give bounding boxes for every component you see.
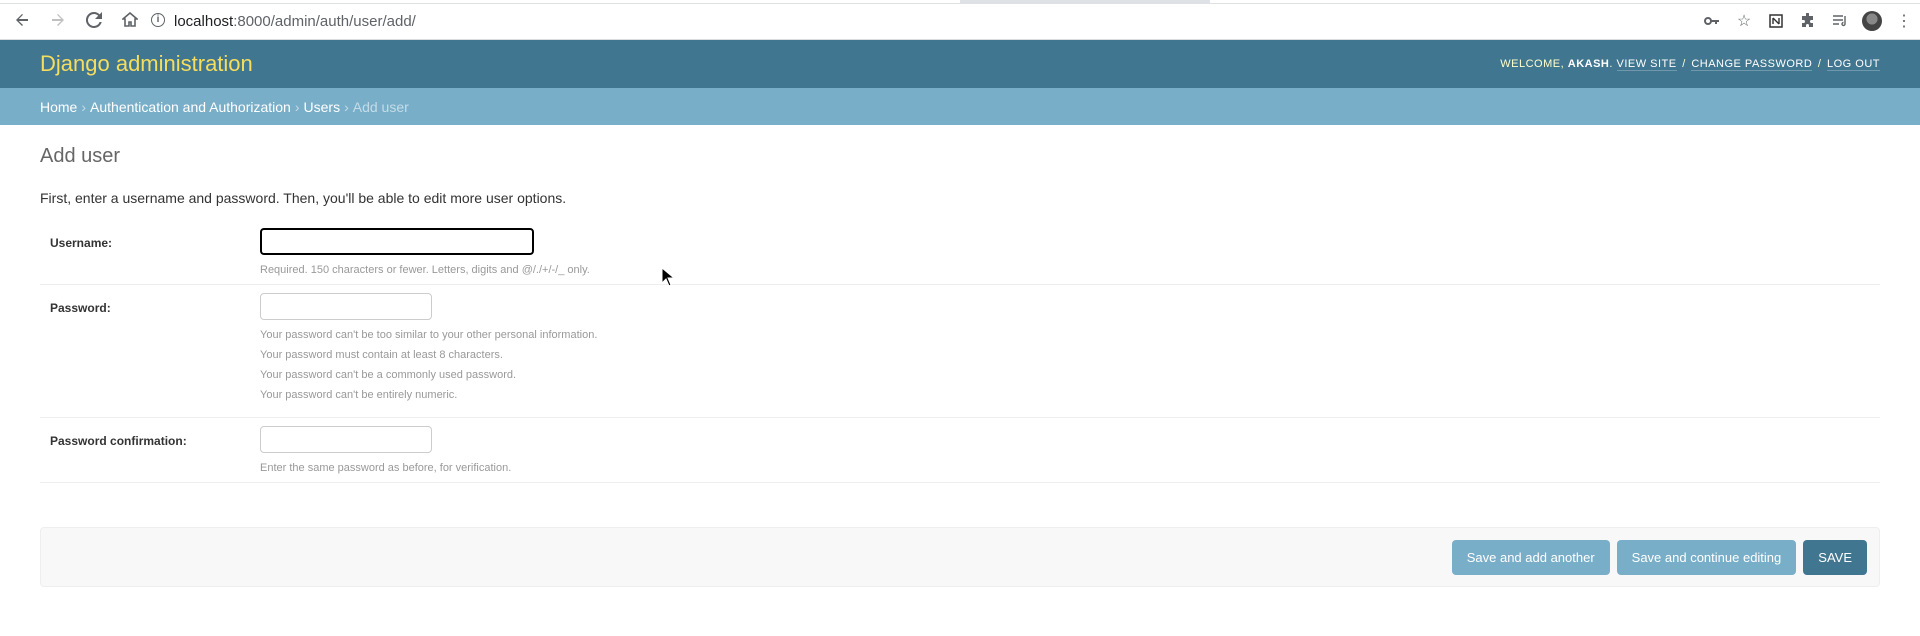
password-confirmation-row: Password confirmation: Enter the same pa… [40,418,1880,483]
breadcrumb-separator: › [344,98,349,115]
menu-kebab-icon[interactable]: ⋮ [1888,8,1920,34]
breadcrumb: Home › Authentication and Authorization … [0,88,1920,125]
home-icon[interactable] [116,6,144,34]
password-row: Password: Your password can't be too sim… [40,285,1880,418]
log-out-link[interactable]: Log out [1826,58,1880,71]
password-confirmation-field-wrap: Enter the same password as before, for v… [260,426,1870,474]
url-host: localhost [174,12,234,30]
password-input[interactable] [260,293,432,320]
password-confirmation-input[interactable] [260,426,432,453]
key-icon[interactable] [1696,8,1728,34]
info-icon[interactable]: i [151,13,165,27]
page-title: Add user [40,145,121,167]
password-help-item: Your password can't be entirely numeric. [260,389,458,401]
separator: / [1817,58,1822,70]
password-confirmation-help: Enter the same password as before, for v… [260,462,512,474]
username-row: Username: Required. 150 characters or fe… [40,220,1880,285]
username-input[interactable] [260,228,534,255]
star-icon[interactable]: ☆ [1728,8,1760,34]
breadcrumb-separator: › [81,98,87,115]
form-intro: First, enter a username and password. Th… [40,190,567,206]
password-label: Password: [50,301,111,315]
main-content: Add user First, enter a username and pas… [40,125,1880,587]
tab-active-edge [0,0,960,3]
save-and-continue-button[interactable]: Save and continue editing [1616,539,1797,575]
breadcrumb-app[interactable]: Authentication and Authorization [90,99,291,115]
change-password-link[interactable]: Change password [1691,58,1813,71]
browser-toolbar: i localhost:8000/admin/auth/user/add/ ☆ … [0,0,1920,40]
submit-row: Save and add another Save and continue e… [40,527,1880,587]
tab-edge [1210,0,1920,3]
mouse-cursor-icon [661,267,675,287]
breadcrumb-model[interactable]: Users [304,99,341,115]
address-bar[interactable]: i localhost:8000/admin/auth/user/add/ [141,8,1771,34]
profile-avatar[interactable] [1856,8,1888,34]
password-help-list: Your password can't be too similar to yo… [260,329,1870,401]
user-tools: Welcome, Akash. View site / Change passw… [1500,58,1880,71]
current-username: Akash [1567,58,1610,70]
password-help-item: Your password can't be too similar to yo… [260,329,598,341]
password-help-item: Your password must contain at least 8 ch… [260,349,503,361]
browser-actions: ☆ ⋮ [1696,8,1920,34]
site-branding[interactable]: Django administration [40,51,253,77]
password-confirmation-label: Password confirmation: [50,434,187,448]
separator: / [1682,58,1686,70]
password-help-item: Your password can't be a commonly used p… [260,369,517,381]
reading-list-icon[interactable] [1824,8,1856,34]
welcome-text: Welcome, [1500,58,1565,70]
extensions-puzzle-icon[interactable] [1792,8,1824,34]
username-field-wrap: Required. 150 characters or fewer. Lette… [260,228,1870,276]
reload-icon[interactable] [80,6,108,34]
url-text: localhost:8000/admin/auth/user/add/ [174,13,416,30]
avatar [1862,11,1882,31]
notion-extension-icon[interactable] [1760,8,1792,34]
url-path: :8000/admin/auth/user/add/ [233,12,416,30]
save-button[interactable]: Save [1803,539,1867,575]
back-icon[interactable] [8,6,36,34]
username-help: Required. 150 characters or fewer. Lette… [260,264,590,276]
admin-header: Django administration Welcome, Akash. Vi… [0,40,1920,88]
password-field-wrap: Your password can't be too similar to yo… [260,293,1870,409]
tab-strip [0,0,1920,4]
forward-icon[interactable] [44,6,72,34]
breadcrumb-separator: › [294,98,300,115]
breadcrumb-home[interactable]: Home [40,99,77,115]
save-and-add-another-button[interactable]: Save and add another [1451,539,1610,575]
username-label: Username: [50,236,113,250]
view-site-link[interactable]: View site [1616,58,1677,71]
breadcrumb-current: Add user [352,98,409,115]
